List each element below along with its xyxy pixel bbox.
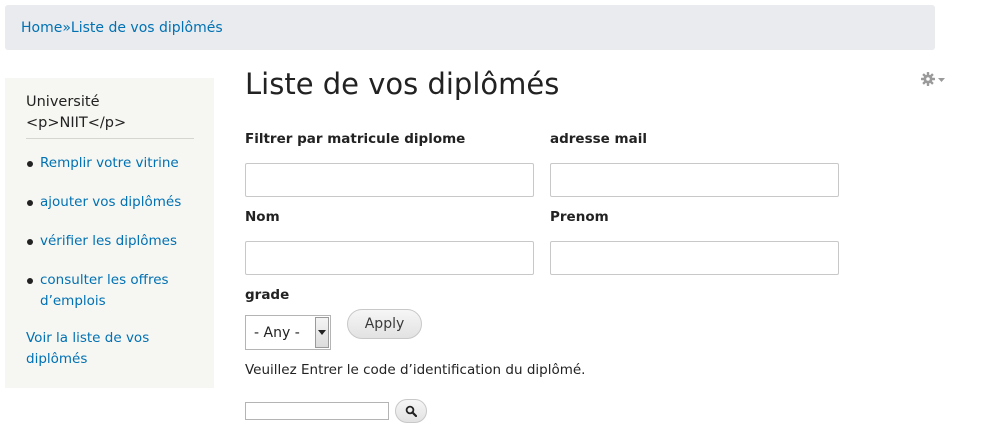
sidebar-link-voir-liste[interactable]: Voir la liste de vos diplômés (26, 328, 194, 370)
bullet-icon (27, 161, 33, 167)
sidebar-link-verifier-diplomes[interactable]: vérifier les diplômes (40, 233, 177, 249)
email-label: adresse mail (550, 131, 647, 147)
sidebar-item-consulter-offres: consulter les offres d’emplois (26, 270, 194, 312)
page-title: Liste de vos diplômés (245, 67, 560, 101)
email-input[interactable] (550, 163, 839, 197)
sidebar-title: Université <p>NIIT</p> (26, 92, 194, 139)
bullet-icon (27, 239, 33, 245)
prenom-label: Prenom (550, 209, 609, 225)
sidebar-link-ajouter-diplomes[interactable]: ajouter vos diplômés (40, 194, 181, 210)
sidebar-item-verifier-diplomes: vérifier les diplômes (26, 231, 194, 252)
breadcrumb: Home» Liste de vos diplômés (5, 5, 935, 50)
bullet-icon (27, 200, 33, 206)
matricule-label: Filtrer par matricule diplome (245, 131, 466, 147)
sidebar-item-ajouter-diplomes: ajouter vos diplômés (26, 192, 194, 213)
search-icon (405, 405, 417, 417)
sidebar-item-remplir-vitrine: Remplir votre vitrine (26, 153, 194, 174)
nom-label: Nom (245, 209, 280, 225)
bullet-icon (27, 278, 33, 284)
prenom-input[interactable] (550, 241, 839, 275)
nom-input[interactable] (245, 241, 534, 275)
sidebar-link-remplir-vitrine[interactable]: Remplir votre vitrine (40, 155, 179, 171)
code-input[interactable] (245, 402, 389, 420)
search-button[interactable] (395, 399, 427, 423)
breadcrumb-home-link[interactable]: Home (21, 20, 62, 36)
breadcrumb-current-link[interactable]: Liste de vos diplômés (71, 20, 223, 36)
sidebar-link-consulter-offres[interactable]: consulter les offres d’emplois (40, 272, 169, 309)
grade-label: grade (245, 287, 290, 303)
sidebar-title-line1: Université (26, 94, 100, 110)
breadcrumb-separator: » (62, 19, 71, 36)
dropdown-arrow-icon[interactable] (315, 317, 329, 348)
sidebar-title-line2: <p>NIIT</p> (26, 115, 127, 131)
gear-icon (921, 72, 945, 86)
sidebar-menu: Remplir votre vitrine ajouter vos diplôm… (26, 153, 194, 312)
apply-button[interactable]: Apply (347, 309, 422, 339)
sidebar: Université <p>NIIT</p> Remplir votre vit… (5, 78, 214, 388)
contextual-links-trigger[interactable] (920, 70, 948, 88)
grade-select[interactable]: - Any - (245, 315, 331, 350)
grade-selected-value: - Any - (254, 324, 300, 341)
matricule-input[interactable] (245, 163, 534, 197)
code-help-text: Veuillez Entrer le code d’identification… (245, 362, 586, 378)
